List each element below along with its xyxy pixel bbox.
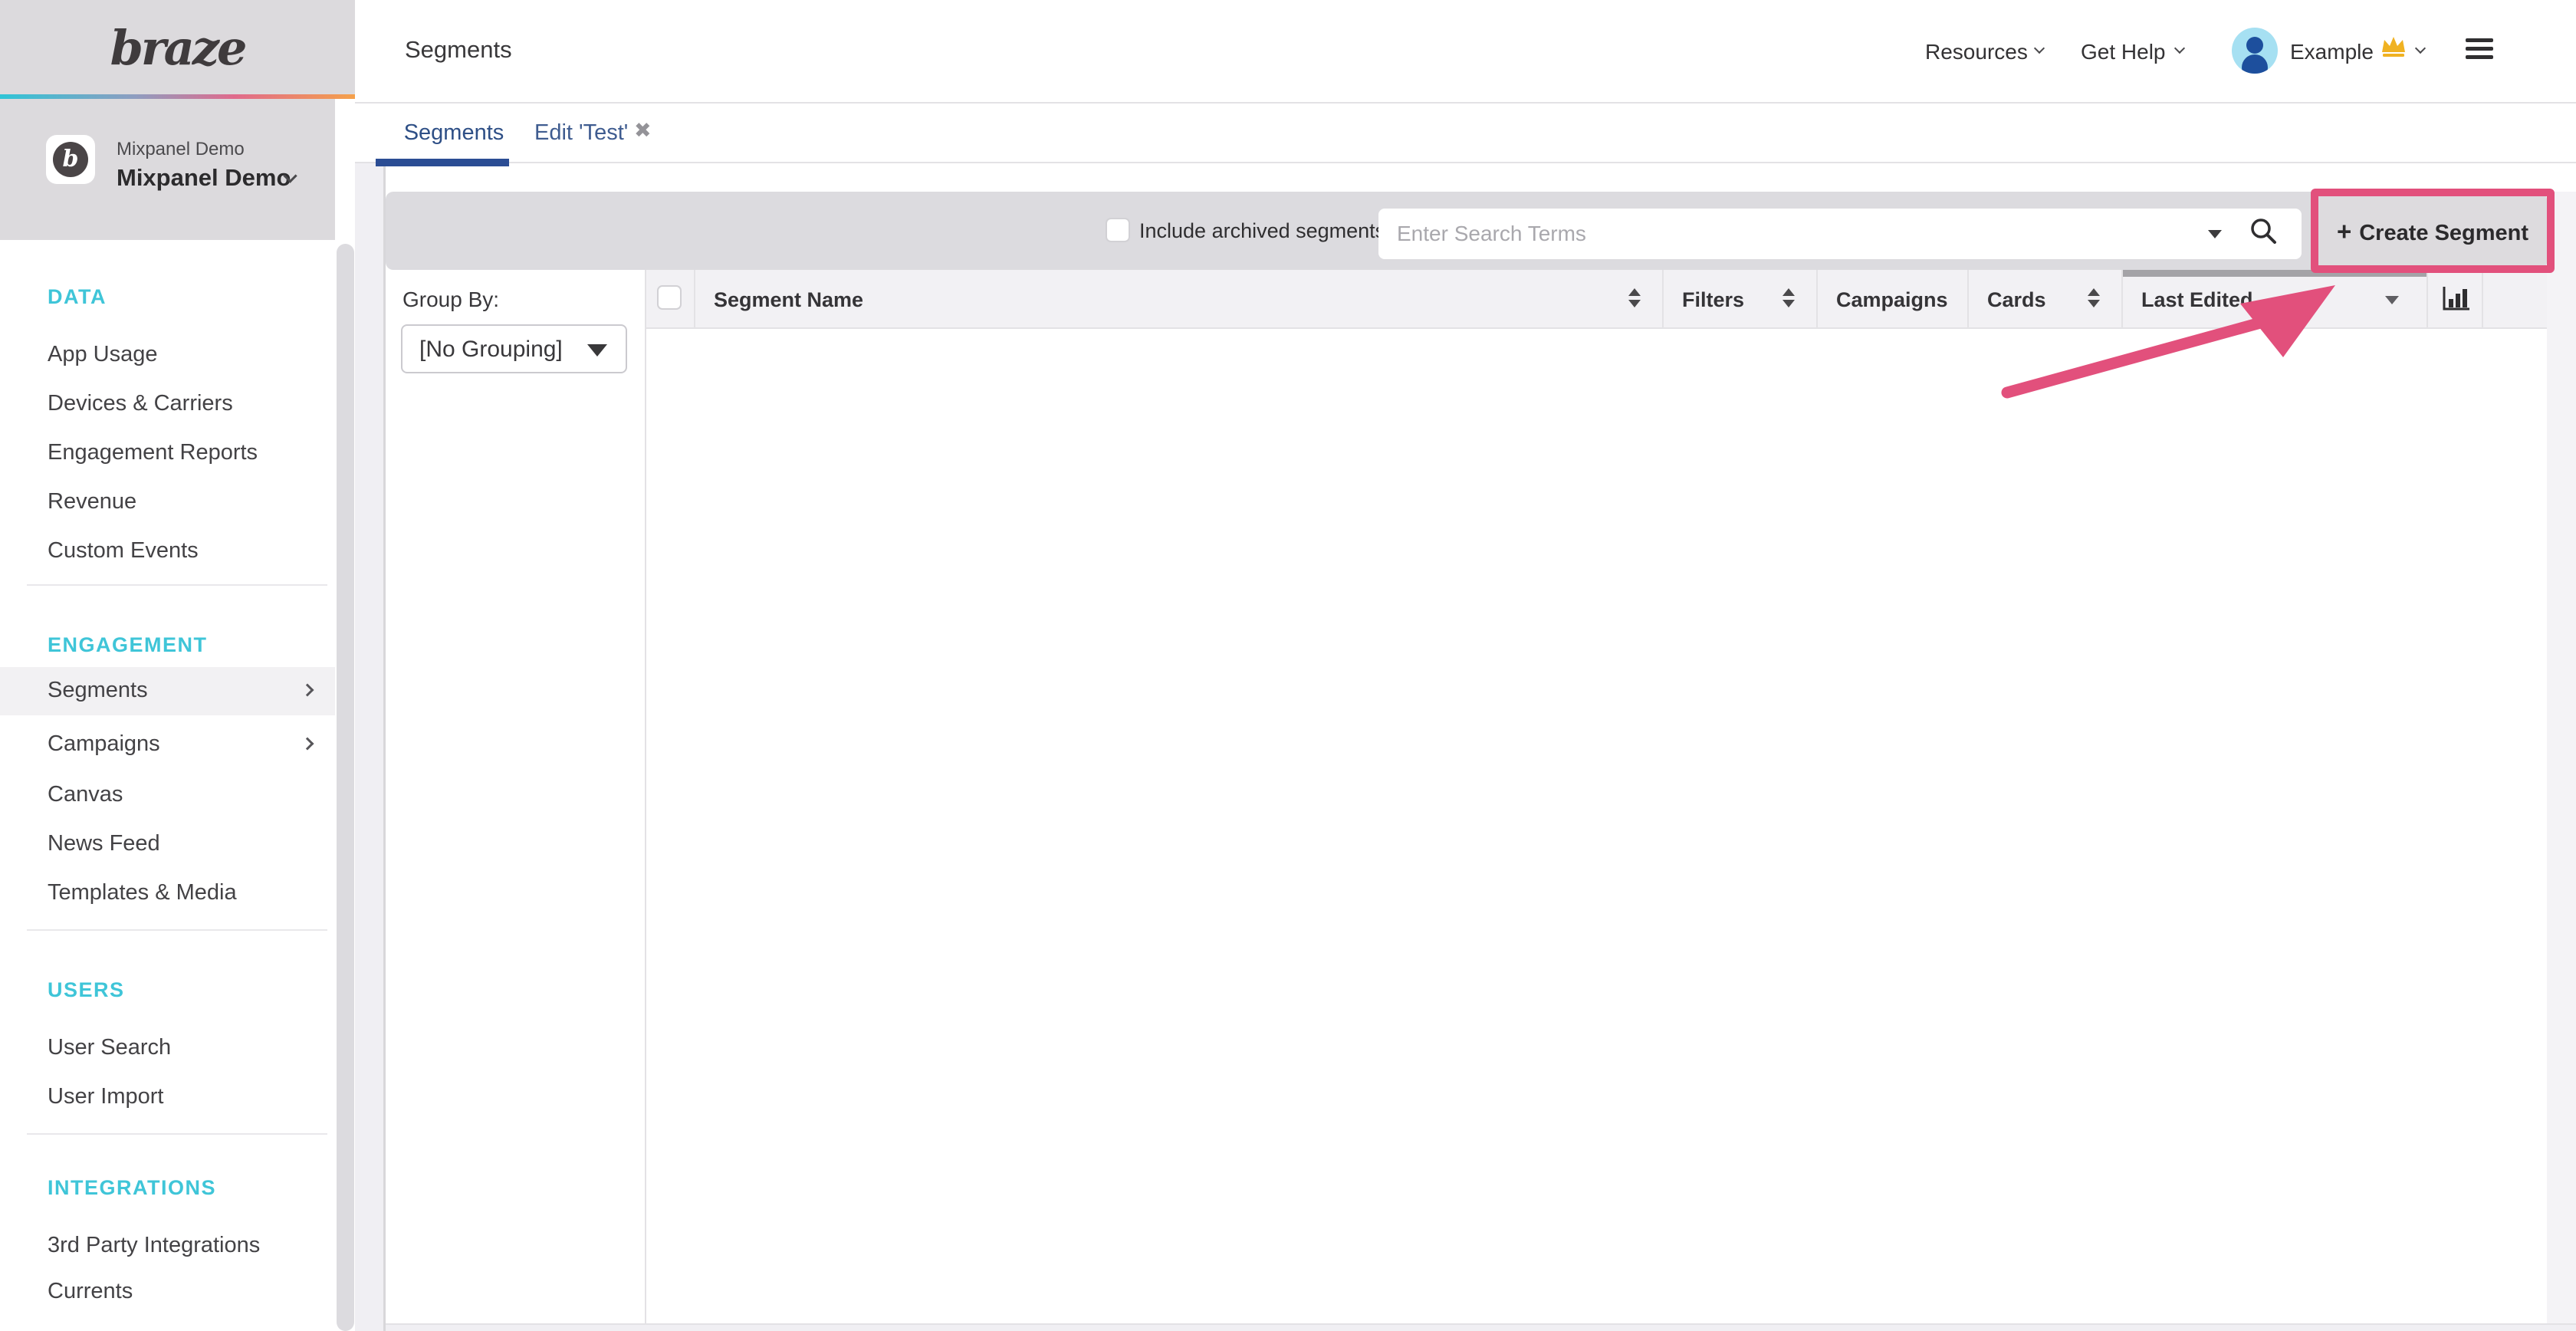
- sidebar-item-user-import[interactable]: User Import: [0, 1076, 335, 1119]
- sidebar-item-revenue[interactable]: Revenue: [0, 481, 335, 524]
- section-title-users: USERS: [48, 978, 125, 1002]
- resources-menu[interactable]: Resources: [1925, 40, 2028, 64]
- sidebar: braze b Mixpanel Demo Mixpanel Demo DATA…: [0, 0, 355, 1331]
- column-spacer: [2482, 270, 2547, 329]
- section-title-integrations: INTEGRATIONS: [48, 1176, 216, 1200]
- chevron-right-icon: [301, 738, 314, 751]
- section-title-data: DATA: [48, 285, 107, 309]
- sidebar-item-currents[interactable]: Currents: [0, 1271, 335, 1314]
- column-analytics[interactable]: [2426, 270, 2482, 329]
- user-menu[interactable]: Example: [2290, 40, 2374, 64]
- workspace-monogram: b: [53, 142, 88, 177]
- brand-header: braze: [0, 0, 355, 94]
- close-tab-icon[interactable]: ✖: [634, 119, 652, 143]
- page-title: Segments: [405, 36, 512, 64]
- content-gutter: [355, 163, 386, 1331]
- segments-toolbar: Include archived segments +Create Segmen…: [386, 192, 2547, 270]
- chevron-right-icon: [301, 684, 314, 697]
- group-by-select[interactable]: [No Grouping]: [401, 324, 627, 373]
- user-avatar[interactable]: [2232, 28, 2278, 74]
- tab-segments[interactable]: Segments: [387, 120, 521, 146]
- crown-icon: [2380, 34, 2407, 62]
- braze-logo: braze: [0, 20, 355, 76]
- sort-icon[interactable]: [1628, 288, 1641, 307]
- sort-icon[interactable]: [1783, 288, 1795, 307]
- sidebar-item-devices-carriers[interactable]: Devices & Carriers: [0, 383, 335, 426]
- chevron-down-icon: [2415, 43, 2426, 54]
- chevron-down-icon: [2174, 43, 2185, 54]
- search-icon[interactable]: [2249, 216, 2279, 251]
- search-input[interactable]: [1378, 209, 2302, 259]
- column-segment-name[interactable]: Segment Name: [694, 270, 1662, 329]
- hamburger-menu-icon[interactable]: [2466, 38, 2493, 64]
- workspace-name: Mixpanel Demo: [117, 164, 291, 192]
- workspace-avatar: b: [46, 135, 95, 184]
- sidebar-item-templates-media[interactable]: Templates & Media: [0, 873, 335, 915]
- divider: [27, 584, 327, 586]
- dropdown-caret-icon: [587, 344, 607, 357]
- include-archived-checkbox[interactable]: [1106, 218, 1130, 242]
- annotation-highlight-box: [2311, 189, 2555, 273]
- top-bar: Segments Resources Get Help Example: [355, 0, 2576, 104]
- sidebar-item-custom-events[interactable]: Custom Events: [0, 531, 335, 573]
- chevron-down-icon: [2034, 43, 2045, 54]
- sidebar-item-user-search[interactable]: User Search: [0, 1027, 335, 1070]
- sidebar-item-campaigns[interactable]: Campaigns: [0, 724, 335, 767]
- page-scrollbar-track[interactable]: [2547, 192, 2576, 1331]
- column-filters[interactable]: Filters: [1662, 270, 1816, 329]
- group-by-panel: Group By: [No Grouping]: [386, 270, 646, 1323]
- column-campaigns[interactable]: Campaigns: [1816, 270, 1967, 329]
- sidebar-scrollbar[interactable]: [337, 244, 354, 1331]
- sidebar-item-news-feed[interactable]: News Feed: [0, 823, 335, 866]
- bar-chart-icon: [2440, 285, 2472, 318]
- tab-bar: Segments Edit 'Test' ✖: [355, 105, 2576, 163]
- content-bottom-gutter: [386, 1325, 2576, 1331]
- include-archived-label: Include archived segments: [1139, 219, 1385, 243]
- workspace-label: Mixpanel Demo: [117, 139, 245, 160]
- select-all-checkbox[interactable]: [657, 285, 682, 310]
- divider: [27, 1133, 327, 1135]
- search-dropdown-caret-icon[interactable]: [2208, 230, 2222, 238]
- divider: [27, 929, 327, 931]
- sidebar-item-canvas[interactable]: Canvas: [0, 774, 335, 817]
- sidebar-item-3rd-party-integrations[interactable]: 3rd Party Integrations: [0, 1225, 335, 1268]
- annotation-arrow: [1963, 261, 2392, 445]
- get-help-menu[interactable]: Get Help: [2081, 40, 2166, 64]
- group-by-value: [No Grouping]: [419, 337, 563, 363]
- sidebar-item-engagement-reports[interactable]: Engagement Reports: [0, 432, 335, 475]
- active-tab-underline: [376, 159, 509, 166]
- select-all-cell: [646, 270, 694, 329]
- sidebar-item-segments[interactable]: Segments: [0, 667, 335, 715]
- group-by-label: Group By:: [402, 288, 499, 312]
- section-title-engagement: ENGAGEMENT: [48, 633, 208, 657]
- workspace-switcher[interactable]: b Mixpanel Demo Mixpanel Demo: [0, 99, 335, 240]
- sidebar-item-app-usage[interactable]: App Usage: [0, 334, 335, 377]
- tab-edit-test[interactable]: Edit 'Test': [534, 120, 628, 146]
